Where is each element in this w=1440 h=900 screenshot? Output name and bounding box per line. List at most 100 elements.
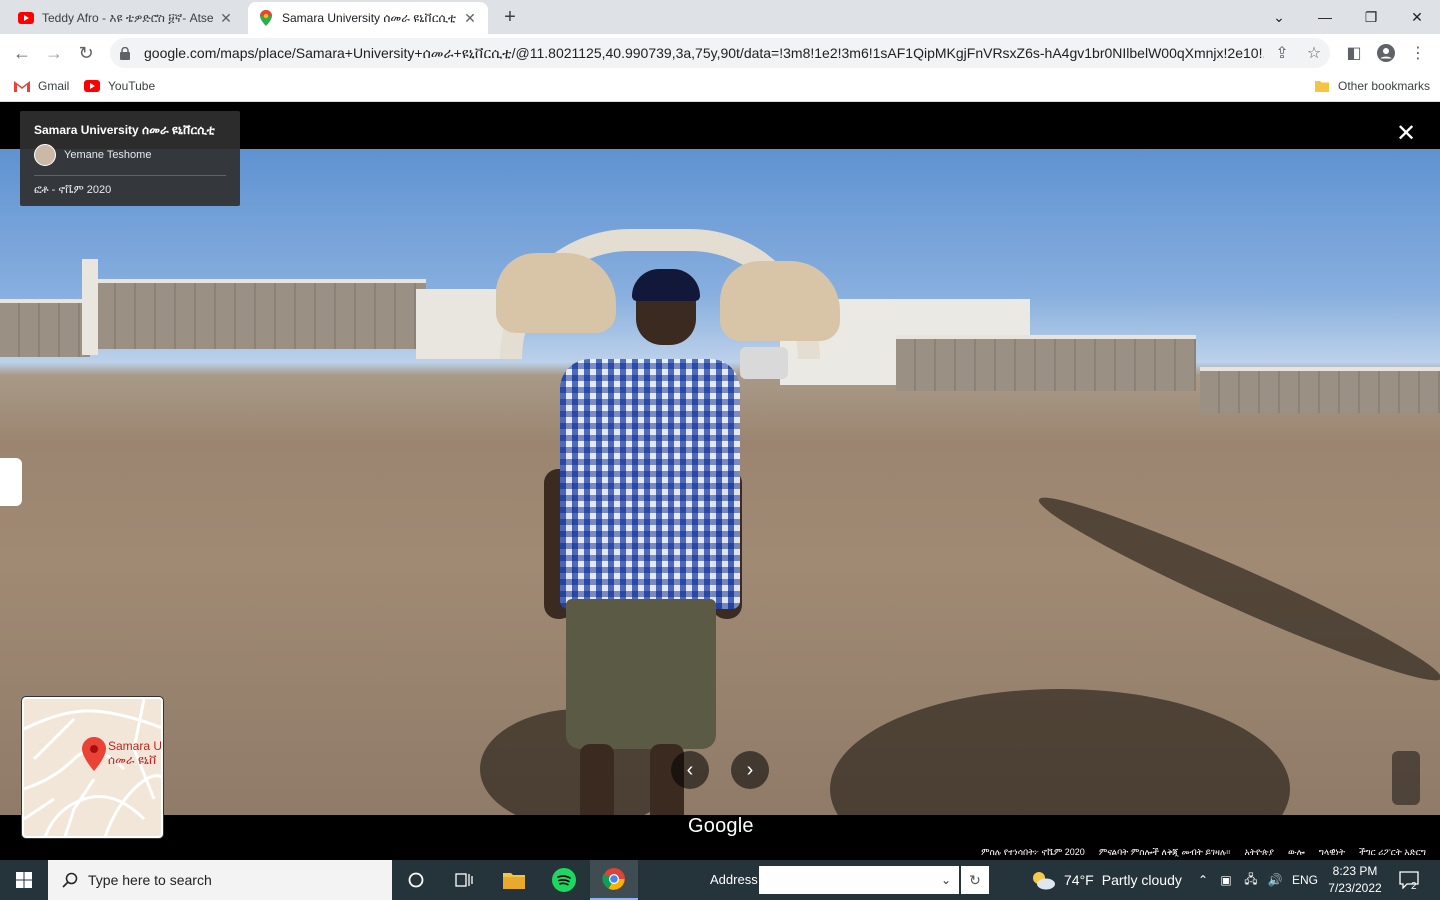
wall-pillar	[82, 259, 98, 355]
tab-youtube[interactable]: Teddy Afro - እዩ ቴዎድሮስ ፱ኛ- Atse ✕	[8, 2, 244, 34]
reload-button[interactable]: ↻	[72, 39, 100, 67]
tab-maps[interactable]: Samara University ሰመራ ዩኒቨርሲቲ ✕	[248, 2, 488, 34]
person-shorts	[566, 599, 716, 749]
lock-icon[interactable]	[120, 46, 134, 60]
bookmarks-bar: Gmail YouTube Other bookmarks	[0, 72, 1440, 102]
search-icon	[62, 872, 78, 888]
street-view-viewer[interactable]: Samara University ሰመራ ዩኒቨርሲቲ Yemane Tesh…	[0, 103, 1440, 860]
minimap[interactable]: Samara U ሰመራ ዩኒቨ	[22, 697, 163, 838]
footer-country[interactable]: አትዮጵያ	[1245, 847, 1274, 858]
network-icon[interactable]: 🖧	[1240, 860, 1262, 900]
photo-date: ፎቶ - ኖቬም 2020	[34, 184, 112, 196]
next-photo-button[interactable]: ›	[731, 751, 769, 789]
chevron-down-icon[interactable]: ⌄	[941, 873, 951, 887]
place-name[interactable]: Samara University ሰመራ ዩኒቨርሲቲ	[34, 123, 226, 138]
other-bookmarks[interactable]: Other bookmarks	[1314, 78, 1430, 94]
minimap-label-line: Samara U	[108, 739, 163, 753]
side-panel-icon[interactable]: ◧	[1344, 43, 1364, 63]
car-shadow	[830, 689, 1290, 815]
search-placeholder: Type here to search	[88, 872, 212, 888]
minimize-button[interactable]: —	[1302, 0, 1348, 34]
tab-title: Teddy Afro - እዩ ቴዎድሮስ ፱ኛ- Atse	[42, 10, 214, 25]
file-explorer-icon[interactable]	[490, 860, 538, 900]
bookmark-star-icon[interactable]: ☆	[1304, 43, 1324, 63]
panorama-photo[interactable]	[0, 149, 1440, 815]
language-indicator[interactable]: ENG	[1290, 860, 1320, 900]
youtube-icon	[18, 10, 34, 26]
minimap-label: Samara U ሰመራ ዩኒቨ	[108, 739, 163, 767]
windows-taskbar: Type here to search Address ⌄ ↻ 74°F Par…	[0, 860, 1440, 900]
location-pin-icon	[82, 737, 106, 776]
footer-terms[interactable]: ውሎ	[1288, 847, 1305, 858]
volume-icon[interactable]: 🔊	[1264, 860, 1286, 900]
close-window-button[interactable]: ✕	[1394, 0, 1440, 34]
address-refresh-icon[interactable]: ↻	[961, 866, 989, 894]
pole-shadow	[1030, 481, 1440, 697]
zoom-controls[interactable]	[1392, 751, 1420, 805]
weather-widget[interactable]: 74°F Partly cloudy	[1030, 860, 1182, 900]
tab-strip: Teddy Afro - እዩ ቴዎድሮስ ፱ኛ- Atse ✕ Samara …	[0, 0, 1440, 34]
avatar	[34, 144, 56, 166]
bookmark-label: YouTube	[108, 79, 156, 93]
bookmark-youtube[interactable]: YouTube	[84, 78, 155, 94]
meet-now-icon[interactable]: ▣	[1216, 860, 1236, 900]
close-icon[interactable]: ✕	[1392, 121, 1420, 149]
google-maps-icon	[258, 10, 274, 26]
other-bookmarks-label: Other bookmarks	[1338, 79, 1431, 93]
task-view-icon[interactable]	[440, 860, 488, 900]
person-shirt	[560, 359, 740, 609]
new-tab-button[interactable]: +	[498, 6, 522, 30]
forward-button[interactable]: →	[40, 39, 68, 67]
footer-copyright: ምናልባት ምስሎች ለቅጂ መብት ይገዛሉ።	[1098, 847, 1231, 857]
profile-icon[interactable]	[1376, 43, 1396, 63]
chrome-icon[interactable]	[590, 860, 638, 900]
tab-close-icon[interactable]: ✕	[462, 10, 478, 27]
footer-report[interactable]: ችግር ሪፖርት አድርግ	[1359, 847, 1426, 858]
address-toolbar-input[interactable]: ⌄	[759, 866, 959, 894]
photo-info-card: Samara University ሰመራ ዩኒቨርሲቲ Yemane Tesh…	[20, 111, 240, 206]
previous-photo-button[interactable]: ‹	[671, 751, 709, 789]
gmail-icon	[14, 78, 30, 94]
start-button[interactable]	[0, 860, 48, 900]
footer-privacy[interactable]: ግላዊነት	[1319, 847, 1345, 858]
tab-title: Samara University ሰመራ ዩኒቨርሲቲ	[282, 10, 457, 25]
menu-icon[interactable]: ⋮	[1408, 43, 1428, 63]
google-logo: Google	[688, 815, 754, 837]
clock[interactable]: 8:23 PM 7/23/2022	[1322, 863, 1388, 897]
tab-search-icon[interactable]: ⌄	[1256, 0, 1302, 34]
side-panel-handle[interactable]	[0, 458, 22, 506]
minimap-label-line: ሰመራ ዩኒቨ	[108, 753, 157, 767]
person-leg	[580, 744, 614, 815]
address-bar[interactable]: google.com/maps/place/Samara+University+…	[110, 38, 1330, 68]
wall-segment	[1200, 367, 1440, 413]
divider	[34, 175, 226, 176]
restore-button[interactable]: ❐	[1348, 0, 1394, 34]
partly-cloudy-icon	[1030, 870, 1056, 890]
camel-statue	[496, 253, 616, 333]
folder-icon	[1314, 78, 1330, 94]
back-button[interactable]: ←	[8, 39, 36, 67]
windows-icon	[16, 872, 32, 888]
wall-segment	[96, 279, 426, 349]
parked-vehicle	[740, 347, 788, 379]
weather-desc: Partly cloudy	[1101, 872, 1182, 888]
camel-statue	[720, 261, 840, 341]
wall-segment	[0, 299, 90, 357]
tab-close-icon[interactable]: ✕	[218, 10, 234, 27]
cortana-icon[interactable]	[392, 860, 440, 900]
chevron-up-icon[interactable]: ⌃	[1194, 860, 1212, 900]
url-text: google.com/maps/place/Samara+University+…	[144, 44, 1264, 61]
bookmark-gmail[interactable]: Gmail	[14, 78, 69, 94]
share-icon[interactable]: ⇪	[1272, 43, 1292, 63]
footer-capture-date: ምስሉ የተነሳበት፦ ኖቬም 2020	[981, 847, 1085, 857]
browser-toolbar: ← → ↻ google.com/maps/place/Samara+Unive…	[0, 34, 1440, 72]
spotify-icon[interactable]	[540, 860, 588, 900]
wall-segment	[896, 335, 1196, 391]
author-name: Yemane Teshome	[64, 149, 152, 161]
clock-date: 7/23/2022	[1328, 881, 1382, 895]
taskbar-search[interactable]: Type here to search	[48, 860, 392, 900]
author-row[interactable]: Yemane Teshome	[34, 144, 226, 166]
footer-links: ምስሉ የተነሳበት፦ ኖቬም 2020 ምናልባት ምስሎች ለቅጂ መብት …	[981, 847, 1426, 858]
clock-time: 8:23 PM	[1332, 864, 1378, 878]
notification-icon[interactable]: 2	[1394, 860, 1424, 900]
